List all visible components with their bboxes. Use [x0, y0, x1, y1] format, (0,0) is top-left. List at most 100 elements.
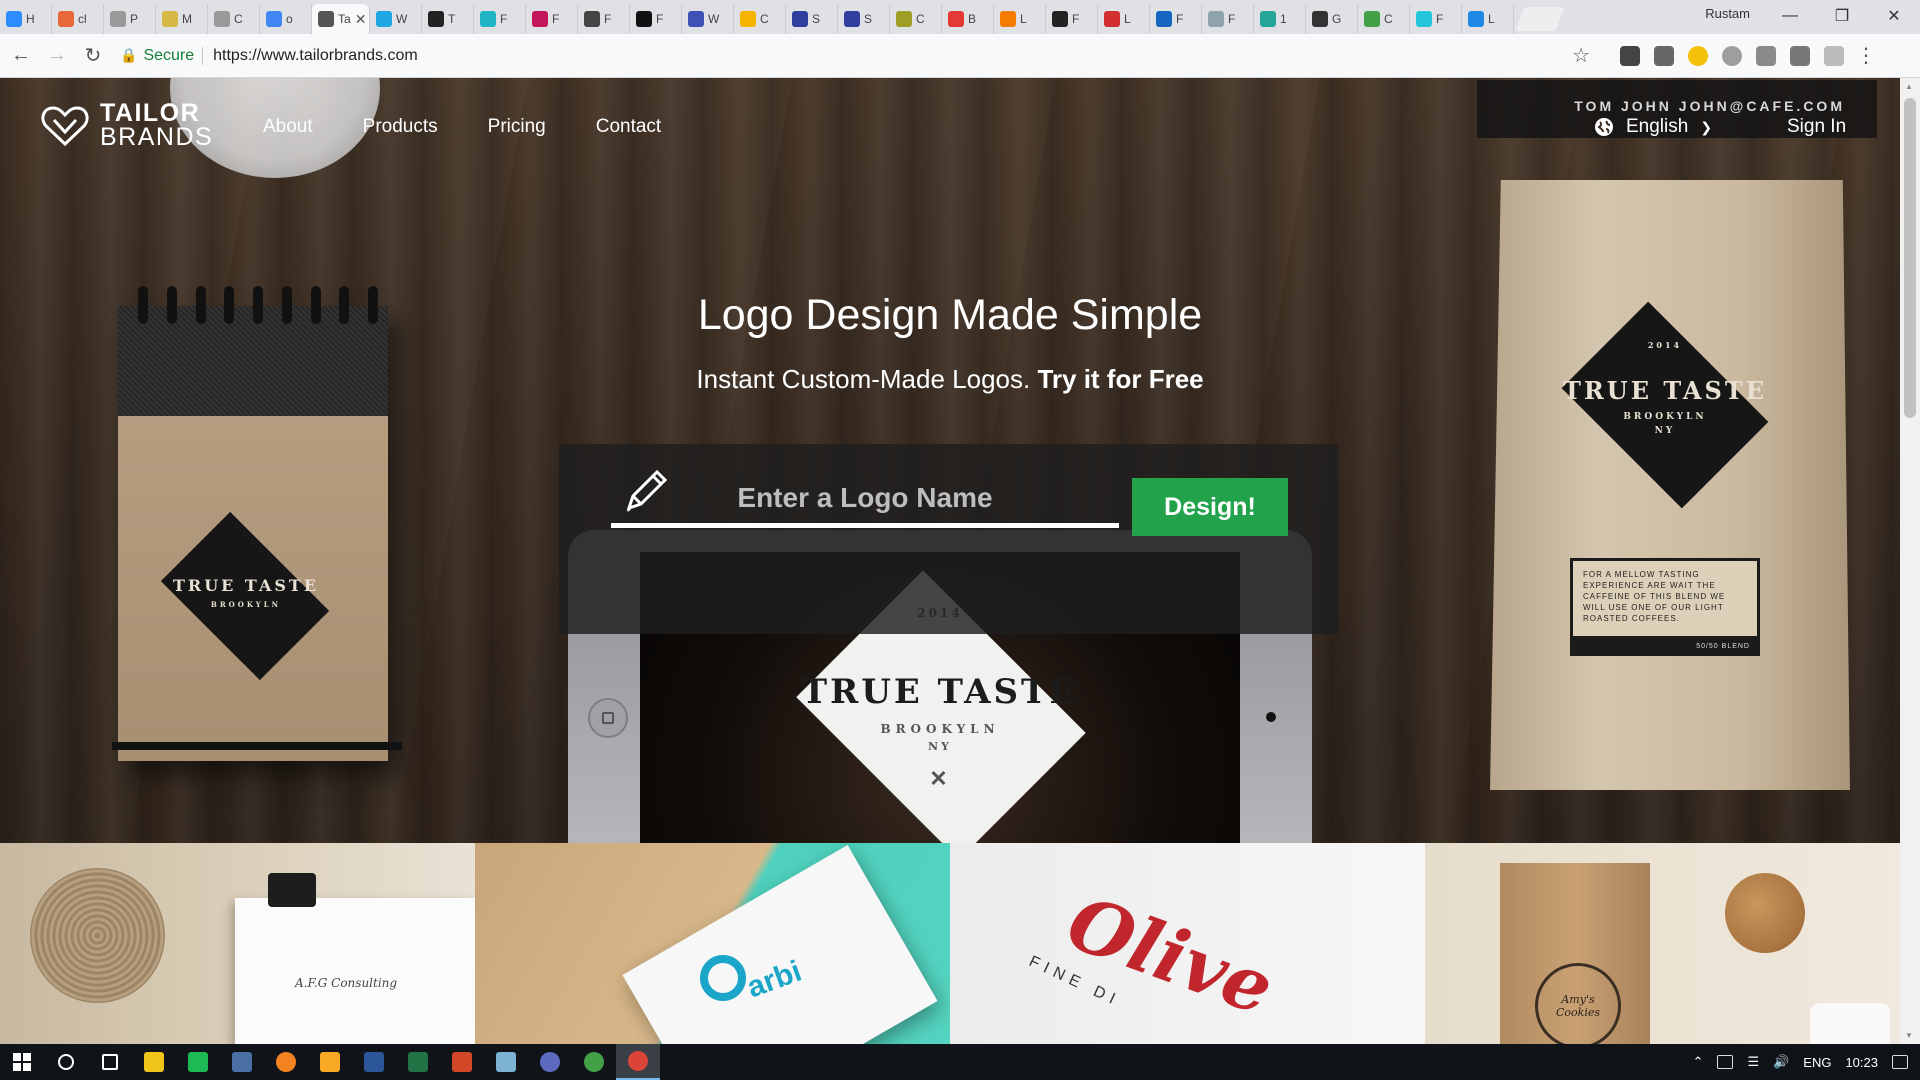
- bookmark-star-icon[interactable]: ☆: [1572, 43, 1600, 68]
- start-icon[interactable]: [0, 1044, 44, 1080]
- tab-title: L: [1488, 12, 1495, 26]
- browser-tab[interactable]: F: [1410, 4, 1462, 34]
- m-extension-icon[interactable]: [1688, 45, 1708, 66]
- browser-tab[interactable]: L: [1462, 4, 1514, 34]
- profile-name[interactable]: Rustam: [1705, 6, 1750, 21]
- browser-tab[interactable]: F: [1150, 4, 1202, 34]
- taskbar-file-explorer-icon[interactable]: [132, 1044, 176, 1080]
- gallery-tile-cookies[interactable]: Amy's Cookies: [1425, 843, 1900, 1044]
- language-selector[interactable]: English ❯: [1594, 116, 1712, 138]
- taskbar-app-orange-icon[interactable]: [264, 1044, 308, 1080]
- browser-tab[interactable]: G: [1306, 4, 1358, 34]
- puzzle-extension-icon[interactable]: [1824, 45, 1844, 66]
- clock-time[interactable]: 10:23: [1845, 1055, 1878, 1070]
- tailor-brands-logo[interactable]: TAILOR BRANDS: [40, 100, 213, 150]
- paper-cup-image: [1810, 1003, 1890, 1044]
- reload-icon[interactable]: ↻: [78, 41, 108, 71]
- address-bar[interactable]: 🔒 Secure https://www.tailorbrands.com ☆: [120, 41, 1600, 71]
- nav-products[interactable]: Products: [363, 116, 438, 138]
- browser-tab[interactable]: 1: [1254, 4, 1306, 34]
- gallery-tile-olive[interactable]: Olive FINE DI: [950, 843, 1425, 1044]
- battery-icon[interactable]: [1717, 1055, 1734, 1069]
- browser-tab[interactable]: W: [370, 4, 422, 34]
- browser-tab[interactable]: C: [1358, 4, 1410, 34]
- close-window-icon[interactable]: ✕: [1868, 0, 1920, 32]
- tray-chevron-icon[interactable]: ⌃: [1693, 1054, 1704, 1070]
- system-tray: ⌃ ☰ 🔊 ENG 10:23: [1693, 1054, 1920, 1070]
- browser-tab-strip: Hcl P M Co Ta ✕ W T F F F F W C S S C B L F L F F 1 G C F L: [0, 0, 1920, 34]
- new-tab-button[interactable]: [1515, 7, 1565, 31]
- tab-close-icon[interactable]: ✕: [355, 11, 367, 28]
- taskbar-app-blue-icon[interactable]: [220, 1044, 264, 1080]
- tab-favicon-icon: [1312, 11, 1328, 27]
- restore-icon[interactable]: ❐: [1816, 0, 1868, 32]
- browser-tab[interactable]: C: [208, 4, 260, 34]
- scroll-up-icon[interactable]: ▲: [1905, 82, 1913, 91]
- browser-tab[interactable]: o: [260, 4, 312, 34]
- nav-contact[interactable]: Contact: [596, 116, 661, 138]
- wifi-icon[interactable]: ☰: [1747, 1054, 1759, 1070]
- pocket-icon[interactable]: [1620, 45, 1640, 66]
- main-nav: About Products Pricing Contact: [263, 116, 661, 138]
- tab-title: H: [26, 12, 35, 26]
- taskbar-app-green-icon[interactable]: [572, 1044, 616, 1080]
- coffee-bag-image: 2014 TRUE TASTE BROOKYLN NY FOR A MELLOW…: [1490, 180, 1850, 790]
- browser-tab[interactable]: M: [156, 4, 208, 34]
- browser-tab[interactable]: P: [104, 4, 156, 34]
- browser-tab[interactable]: F: [474, 4, 526, 34]
- browser-toolbar: ← → ↻ 🔒 Secure https://www.tailorbrands.…: [0, 34, 1920, 78]
- browser-tab[interactable]: F: [1046, 4, 1098, 34]
- back-icon[interactable]: ←: [6, 41, 36, 71]
- browser-menu-icon[interactable]: ⋮: [1856, 43, 1876, 68]
- url-text[interactable]: https://www.tailorbrands.com: [213, 47, 418, 65]
- tab-title: S: [812, 12, 821, 26]
- forward-icon[interactable]: →: [42, 41, 72, 71]
- browser-tab[interactable]: Ta ✕: [312, 4, 370, 34]
- taskbar-task-view-icon[interactable]: [88, 1044, 132, 1080]
- minimize-icon[interactable]: —: [1764, 0, 1816, 32]
- browser-tab[interactable]: L: [1098, 4, 1150, 34]
- browser-tab[interactable]: W: [682, 4, 734, 34]
- bag-badge-city: BROOKYLN: [1623, 412, 1707, 422]
- scroll-thumb[interactable]: [1904, 98, 1916, 418]
- taskbar-word-icon[interactable]: [352, 1044, 396, 1080]
- browser-tab[interactable]: C: [890, 4, 942, 34]
- browser-tab[interactable]: S: [838, 4, 890, 34]
- input-language[interactable]: ENG: [1803, 1055, 1831, 1070]
- logo-name-input[interactable]: [611, 472, 1119, 528]
- design-button[interactable]: Design!: [1132, 478, 1288, 536]
- sign-in-link[interactable]: Sign In: [1787, 116, 1846, 138]
- browser-tab[interactable]: F: [526, 4, 578, 34]
- camera-extension-icon[interactable]: [1756, 45, 1776, 66]
- shield-extension-icon[interactable]: [1654, 45, 1674, 66]
- taskbar-powerpoint-icon[interactable]: [440, 1044, 484, 1080]
- nav-about[interactable]: About: [263, 116, 313, 138]
- action-center-icon[interactable]: [1892, 1055, 1908, 1069]
- page-scrollbar[interactable]: ▲ ▼: [1900, 78, 1920, 1044]
- browser-tab[interactable]: cl: [52, 4, 104, 34]
- browser-tab[interactable]: H: [0, 4, 52, 34]
- taskbar-chrome-icon[interactable]: [616, 1044, 660, 1080]
- browser-tab[interactable]: F: [1202, 4, 1254, 34]
- taskbar-app-feather-icon[interactable]: [484, 1044, 528, 1080]
- gallery-tile-arbi[interactable]: arbi: [475, 843, 950, 1044]
- browser-tab[interactable]: L: [994, 4, 1046, 34]
- tab-favicon-icon: [896, 11, 912, 27]
- globe-extension-icon[interactable]: [1722, 45, 1742, 66]
- browser-tab[interactable]: F: [578, 4, 630, 34]
- gallery-tile-consulting[interactable]: A.F.G Consulting: [0, 843, 475, 1044]
- nav-pricing[interactable]: Pricing: [488, 116, 546, 138]
- taskbar-app-globe-icon[interactable]: [528, 1044, 572, 1080]
- taskbar-search-icon[interactable]: [44, 1044, 88, 1080]
- taskbar-excel-icon[interactable]: [396, 1044, 440, 1080]
- browser-tab[interactable]: F: [630, 4, 682, 34]
- taskbar-s-app-icon[interactable]: [176, 1044, 220, 1080]
- browser-tab[interactable]: B: [942, 4, 994, 34]
- scroll-down-icon[interactable]: ▼: [1905, 1031, 1913, 1040]
- s-extension-icon[interactable]: [1790, 45, 1810, 66]
- volume-icon[interactable]: 🔊: [1773, 1054, 1789, 1070]
- browser-tab[interactable]: T: [422, 4, 474, 34]
- browser-tab[interactable]: S: [786, 4, 838, 34]
- browser-tab[interactable]: C: [734, 4, 786, 34]
- taskbar-app-yellow-icon[interactable]: [308, 1044, 352, 1080]
